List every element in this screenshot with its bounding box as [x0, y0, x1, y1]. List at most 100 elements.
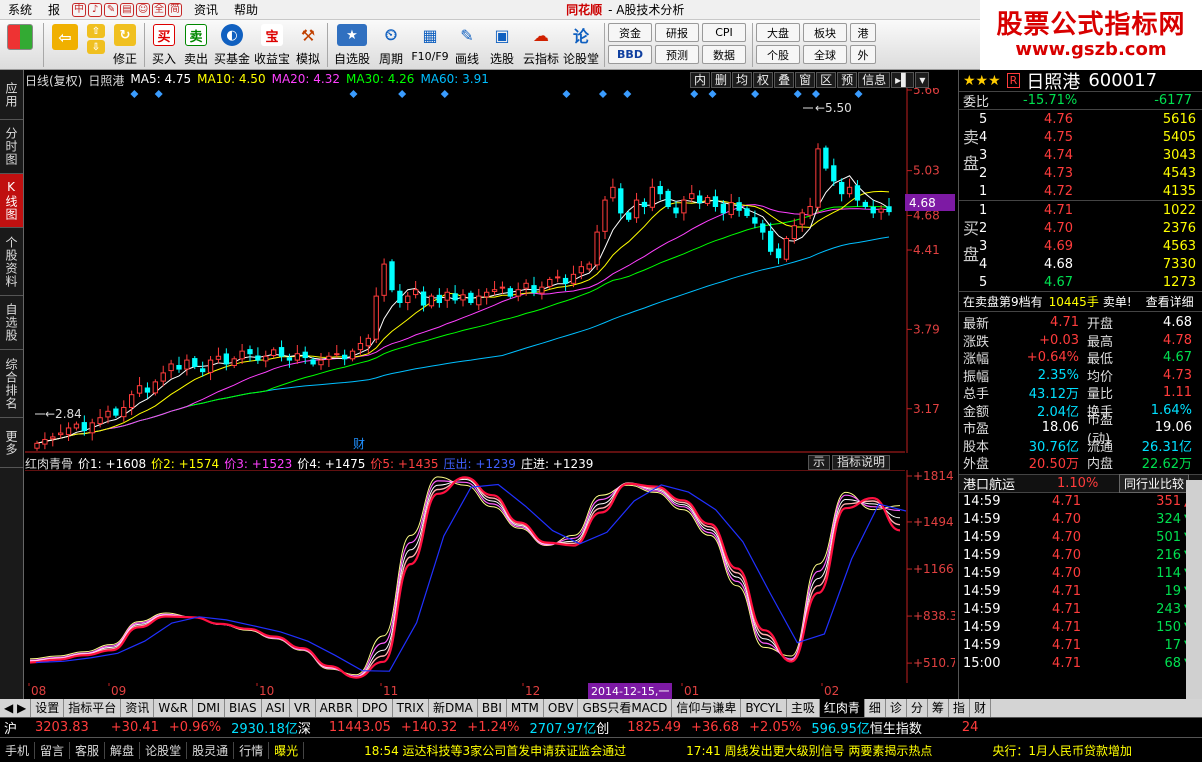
foreign-button[interactable]: 外: [850, 45, 876, 64]
simplified-icon[interactable]: 简: [168, 2, 183, 17]
tab-gbs-macd[interactable]: GBS只看MACD: [578, 699, 673, 717]
tab-arbr[interactable]: ARBR: [316, 699, 358, 717]
correct-button[interactable]: ↻ 修正: [109, 20, 141, 70]
sell-level-5[interactable]: 5 4.76 5616: [979, 110, 1202, 128]
menu-system[interactable]: 系统: [0, 1, 40, 18]
news-ticker-2[interactable]: 17:41 周线发出更大级别信号 两要素揭示热点: [686, 742, 932, 759]
overlay-button[interactable]: 叠: [774, 72, 795, 88]
left-tab-more[interactable]: 更多: [0, 418, 23, 468]
tab-nav-prev[interactable]: ◀ ▶: [0, 699, 32, 717]
keyboard-icon[interactable]: ▤: [120, 2, 135, 17]
input-method-icon[interactable]: 中: [72, 2, 87, 17]
status-tab-mobile[interactable]: 手机: [0, 741, 36, 759]
tab-new-dma[interactable]: 新DMA: [429, 699, 478, 717]
r-badge[interactable]: R: [1006, 73, 1021, 88]
up-down-button[interactable]: ⇧ ⇩: [83, 20, 109, 70]
indicator-help-button[interactable]: 指标说明: [832, 455, 891, 470]
show-button[interactable]: 示: [808, 455, 831, 470]
sell-level-4[interactable]: 4 4.75 5405: [979, 128, 1202, 146]
tab-news[interactable]: 资讯: [121, 699, 155, 717]
sound-icon[interactable]: ♪: [88, 2, 103, 17]
news-ticker-3[interactable]: 央行：1月人民币贷款增加: [992, 742, 1132, 759]
full-width-icon[interactable]: 全: [152, 2, 167, 17]
status-tab-message[interactable]: 留言: [35, 741, 71, 759]
sector-button[interactable]: 板块: [803, 23, 847, 42]
tab-indicator-platform[interactable]: 指标平台: [64, 699, 122, 717]
buy-level-4[interactable]: 4 4.68 7330: [979, 255, 1202, 273]
range-button[interactable]: 区: [816, 72, 837, 88]
left-tab-profile[interactable]: 个股资料: [0, 228, 23, 296]
chart-period-title[interactable]: 日线(复权): [25, 72, 82, 88]
dropdown-icon[interactable]: ▾: [915, 72, 930, 88]
buy-level-5[interactable]: 5 4.67 1273: [979, 273, 1202, 291]
menu-report[interactable]: 报: [40, 1, 68, 18]
simulate-button[interactable]: ⚒ 模拟: [292, 20, 324, 70]
view-detail-link[interactable]: 查看详细: [1146, 293, 1194, 310]
tab-trix[interactable]: TRIX: [393, 699, 430, 717]
tick-scrollbar[interactable]: [1186, 480, 1202, 699]
tab-faith[interactable]: 信仰与谦卑: [672, 699, 742, 717]
sell-level-2[interactable]: 2 4.73 4543: [979, 164, 1202, 182]
data-button[interactable]: 数据: [702, 45, 746, 64]
info-button[interactable]: 信息: [858, 72, 891, 88]
status-light[interactable]: 曝光: [269, 741, 305, 759]
status-tab-service[interactable]: 客服: [70, 741, 106, 759]
stock-button[interactable]: 个股: [756, 45, 800, 64]
tab-index[interactable]: 指: [949, 699, 970, 717]
expand-icon[interactable]: ▸▌: [891, 72, 915, 88]
tab-diagnose[interactable]: 诊: [886, 699, 907, 717]
tab-wr[interactable]: W&R: [154, 699, 193, 717]
tick-list[interactable]: 14:594.71351▲14:594.70324▼14:594.70501▼1…: [959, 493, 1202, 673]
research-button[interactable]: 研报: [655, 23, 699, 42]
tab-bycyl[interactable]: BYCYL: [741, 699, 787, 717]
tab-detail[interactable]: 细: [865, 699, 886, 717]
rights-button[interactable]: 权: [753, 72, 774, 88]
menu-help[interactable]: 帮助: [226, 1, 266, 18]
emoji-icon[interactable]: ☺: [136, 2, 151, 17]
buy-level-3[interactable]: 3 4.69 4563: [979, 237, 1202, 255]
left-tab-kline[interactable]: K线图: [0, 174, 23, 228]
menu-news[interactable]: 资讯: [186, 1, 226, 18]
tab-vr[interactable]: VR: [290, 699, 316, 717]
news-ticker-1[interactable]: 18:54 运达科技等3家公司首发申请获证监会通过: [364, 742, 626, 759]
tab-mtm[interactable]: MTM: [507, 699, 544, 717]
period-button[interactable]: ⏲ 周期: [373, 20, 409, 70]
average-button[interactable]: 均: [732, 72, 753, 88]
left-tab-intraday[interactable]: 分时图: [0, 120, 23, 174]
status-tab-quotes[interactable]: 行情: [234, 741, 270, 759]
forecast-chart-button[interactable]: 预: [837, 72, 858, 88]
sh-index-name[interactable]: 沪: [4, 718, 17, 737]
indicator-name[interactable]: 红肉青骨: [25, 455, 73, 471]
pen-icon[interactable]: ✎: [104, 2, 119, 17]
sell-level-1[interactable]: 1 4.72 4135: [979, 182, 1202, 200]
tab-split[interactable]: 分: [907, 699, 928, 717]
buy-level-1[interactable]: 1 4.71 1022: [979, 201, 1202, 219]
tab-chips[interactable]: 筹: [928, 699, 949, 717]
draw-line-button[interactable]: ✎ 画线: [451, 20, 483, 70]
industry-compare-button[interactable]: 同行业比较: [1119, 473, 1190, 493]
inner-button[interactable]: 内: [690, 72, 711, 88]
cy-index-name[interactable]: 创: [596, 718, 609, 737]
fund-button[interactable]: 资金: [608, 23, 652, 42]
status-tab-stock-genie[interactable]: 股灵通: [187, 741, 235, 759]
tab-red-meat[interactable]: 红肉青: [819, 699, 865, 717]
status-tab-forum[interactable]: 论股堂: [140, 741, 188, 759]
tab-asi[interactable]: ASI: [262, 699, 291, 717]
delete-button[interactable]: 删: [711, 72, 732, 88]
bbd-button[interactable]: BBD: [608, 45, 652, 64]
tab-bias[interactable]: BIAS: [225, 699, 262, 717]
watchlist-button[interactable]: ★ 自选股: [331, 20, 373, 70]
f10-button[interactable]: ▦ F10/F9: [409, 20, 451, 70]
hk-index-name[interactable]: 恒生指数: [870, 718, 922, 737]
tab-settings[interactable]: 设置: [31, 699, 65, 717]
tab-obv[interactable]: OBV: [544, 699, 579, 717]
buy-fund-button[interactable]: ◐ 买基金: [212, 20, 252, 70]
grid-layout-button[interactable]: [0, 20, 40, 70]
buy-button[interactable]: 买 买入: [148, 20, 180, 70]
global-button[interactable]: 全球: [803, 45, 847, 64]
kline-chart[interactable]: 5.66 5.03 4.68 4.41 3.79 3.17 ←5.50 ←2.84 财 4…: [25, 88, 955, 453]
cpi-button[interactable]: CPI: [702, 23, 746, 42]
stock-picker-button[interactable]: ▣ 选股: [483, 20, 521, 70]
left-tab-ranking[interactable]: 综合排名: [0, 350, 23, 418]
forecast-button[interactable]: 预测: [655, 45, 699, 64]
